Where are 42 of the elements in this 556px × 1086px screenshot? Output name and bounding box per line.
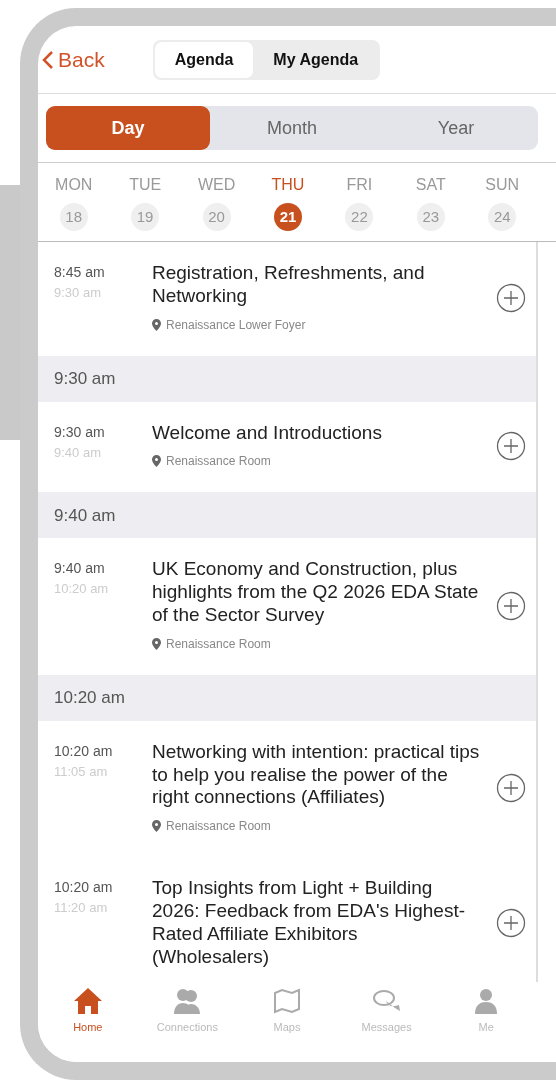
- weekday-label: WED: [197, 175, 236, 195]
- date-button[interactable]: 24: [488, 203, 517, 231]
- time-header: 9:40 am: [38, 492, 536, 539]
- date-button[interactable]: 19: [131, 203, 160, 231]
- weekday-label: THU: [271, 175, 305, 195]
- view-tab[interactable]: Day: [46, 106, 210, 150]
- weekday-label: MON: [55, 175, 93, 195]
- session-title: Registration, Refreshments, and Networking: [152, 262, 426, 308]
- session-location: Renaissance Room: [166, 635, 271, 653]
- time-header: 10:20 am: [38, 674, 536, 721]
- tab-bar-item[interactable]: Home: [38, 986, 138, 1042]
- time-header: 9:30 am: [38, 355, 536, 402]
- date-button[interactable]: 23: [416, 203, 445, 231]
- session-location: Renaissance Room: [166, 818, 271, 836]
- session-location: Renaissance Lower Foyer: [166, 316, 306, 334]
- view-tab[interactable]: Year: [374, 106, 538, 150]
- tab-bar-item[interactable]: Maps: [237, 986, 337, 1042]
- view-tab[interactable]: Month: [210, 106, 374, 150]
- start-time: 10:20 am: [54, 741, 114, 761]
- back-link[interactable]: Back: [42, 43, 105, 76]
- weekday-label: FRI: [346, 175, 373, 195]
- date-button[interactable]: 20: [202, 203, 231, 231]
- session-title: Welcome and Introductions: [152, 421, 383, 445]
- segment-tab[interactable]: Agenda: [154, 41, 254, 78]
- tab-bar-item[interactable]: Me: [436, 986, 536, 1042]
- date-button[interactable]: 18: [59, 203, 88, 231]
- weekday-label: SAT: [415, 175, 446, 195]
- start-time: 9:30 am: [54, 422, 106, 442]
- session-title: UK Economy and Construction, plus highlights from the Q2 2026 EDA State of the Sector Survey: [152, 558, 480, 627]
- date-button[interactable]: 21: [273, 203, 302, 231]
- weekday-label: SUN: [485, 175, 520, 195]
- tab-bar-item[interactable]: Connections: [137, 986, 238, 1042]
- date-button[interactable]: 22: [345, 203, 374, 231]
- start-time: 10:20 am: [54, 878, 114, 898]
- session-title: Networking with intention: practical tips to help you realise the power of the right connections (Affiliates): [152, 740, 481, 810]
- segment-tab[interactable]: My Agenda: [253, 41, 379, 78]
- start-time: 8:45 am: [54, 263, 106, 282]
- start-time: 9:40 am: [54, 559, 106, 579]
- tab-bar-item[interactable]: Messages: [336, 986, 437, 1042]
- session-location: Renaissance Room: [166, 453, 271, 471]
- session-title: Top Insights from Light + Building 2026: Feedback from EDA's Highest-Rated Affiliate Exhibitors (Wholesalers): [152, 877, 467, 969]
- weekday-label: TUE: [129, 175, 162, 195]
